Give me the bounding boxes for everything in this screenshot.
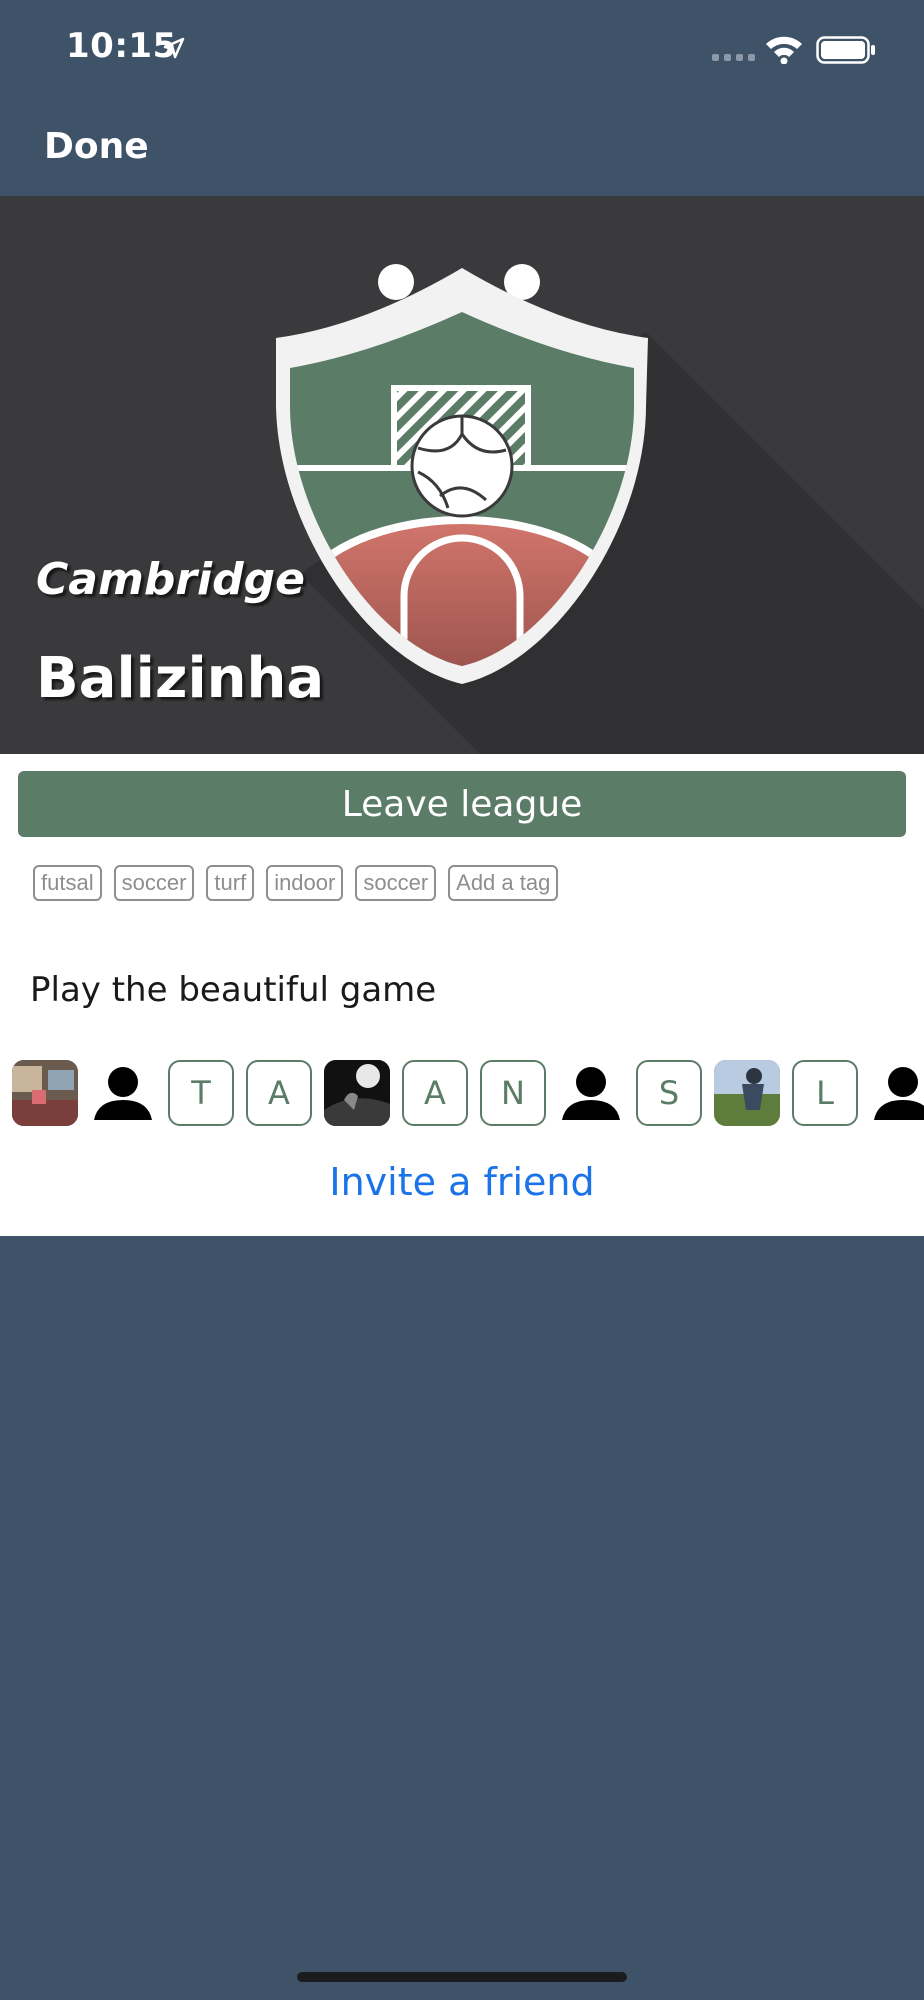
status-time: 10:15 bbox=[66, 26, 177, 66]
member-avatar-default[interactable] bbox=[558, 1060, 624, 1126]
status-bar: 10:15 bbox=[0, 0, 924, 100]
member-avatar-initial[interactable]: A bbox=[402, 1060, 468, 1126]
tag-indoor[interactable]: indoor bbox=[266, 865, 344, 901]
person-silhouette-icon bbox=[94, 1067, 152, 1120]
tag-soccer-2[interactable]: soccer bbox=[355, 865, 437, 901]
league-description: Play the beautiful game bbox=[30, 970, 437, 1010]
battery-icon bbox=[816, 36, 875, 64]
member-avatar-initial[interactable]: A bbox=[246, 1060, 312, 1126]
invite-friend-link[interactable]: Invite a friend bbox=[0, 1160, 924, 1204]
tag-list: futsal soccer turf indoor soccer Add a t… bbox=[33, 865, 559, 901]
member-avatar-default[interactable] bbox=[90, 1060, 156, 1126]
league-header-image: Cambridge Balizinha bbox=[0, 196, 924, 754]
home-indicator bbox=[297, 1972, 627, 1982]
person-silhouette-icon bbox=[874, 1067, 924, 1120]
member-list: T A A N S L bbox=[12, 1060, 924, 1128]
navigation-bar: Done bbox=[0, 100, 924, 196]
location-arrow-icon bbox=[163, 37, 185, 59]
league-city: Cambridge bbox=[36, 554, 305, 605]
member-avatar-initial[interactable]: N bbox=[480, 1060, 546, 1126]
member-avatar-initial[interactable]: S bbox=[636, 1060, 702, 1126]
leave-league-button[interactable]: Leave league bbox=[18, 771, 906, 837]
wifi-icon bbox=[766, 36, 802, 64]
add-tag-button[interactable]: Add a tag bbox=[448, 865, 559, 901]
signal-icon bbox=[712, 54, 755, 61]
member-avatar-initial[interactable]: T bbox=[168, 1060, 234, 1126]
member-avatar-photo[interactable] bbox=[12, 1060, 78, 1126]
league-name: Balizinha bbox=[36, 646, 325, 711]
tag-turf[interactable]: turf bbox=[206, 865, 255, 901]
member-avatar-initial[interactable]: L bbox=[792, 1060, 858, 1126]
tag-soccer[interactable]: soccer bbox=[113, 865, 195, 901]
league-details-panel: Leave league futsal soccer turf indoor s… bbox=[0, 754, 924, 1236]
member-avatar-photo[interactable] bbox=[324, 1060, 390, 1126]
person-silhouette-icon bbox=[562, 1067, 620, 1120]
done-button[interactable]: Done bbox=[44, 126, 149, 167]
member-avatar-photo[interactable] bbox=[714, 1060, 780, 1126]
tag-futsal[interactable]: futsal bbox=[33, 865, 102, 901]
member-avatar-default[interactable] bbox=[870, 1060, 924, 1126]
